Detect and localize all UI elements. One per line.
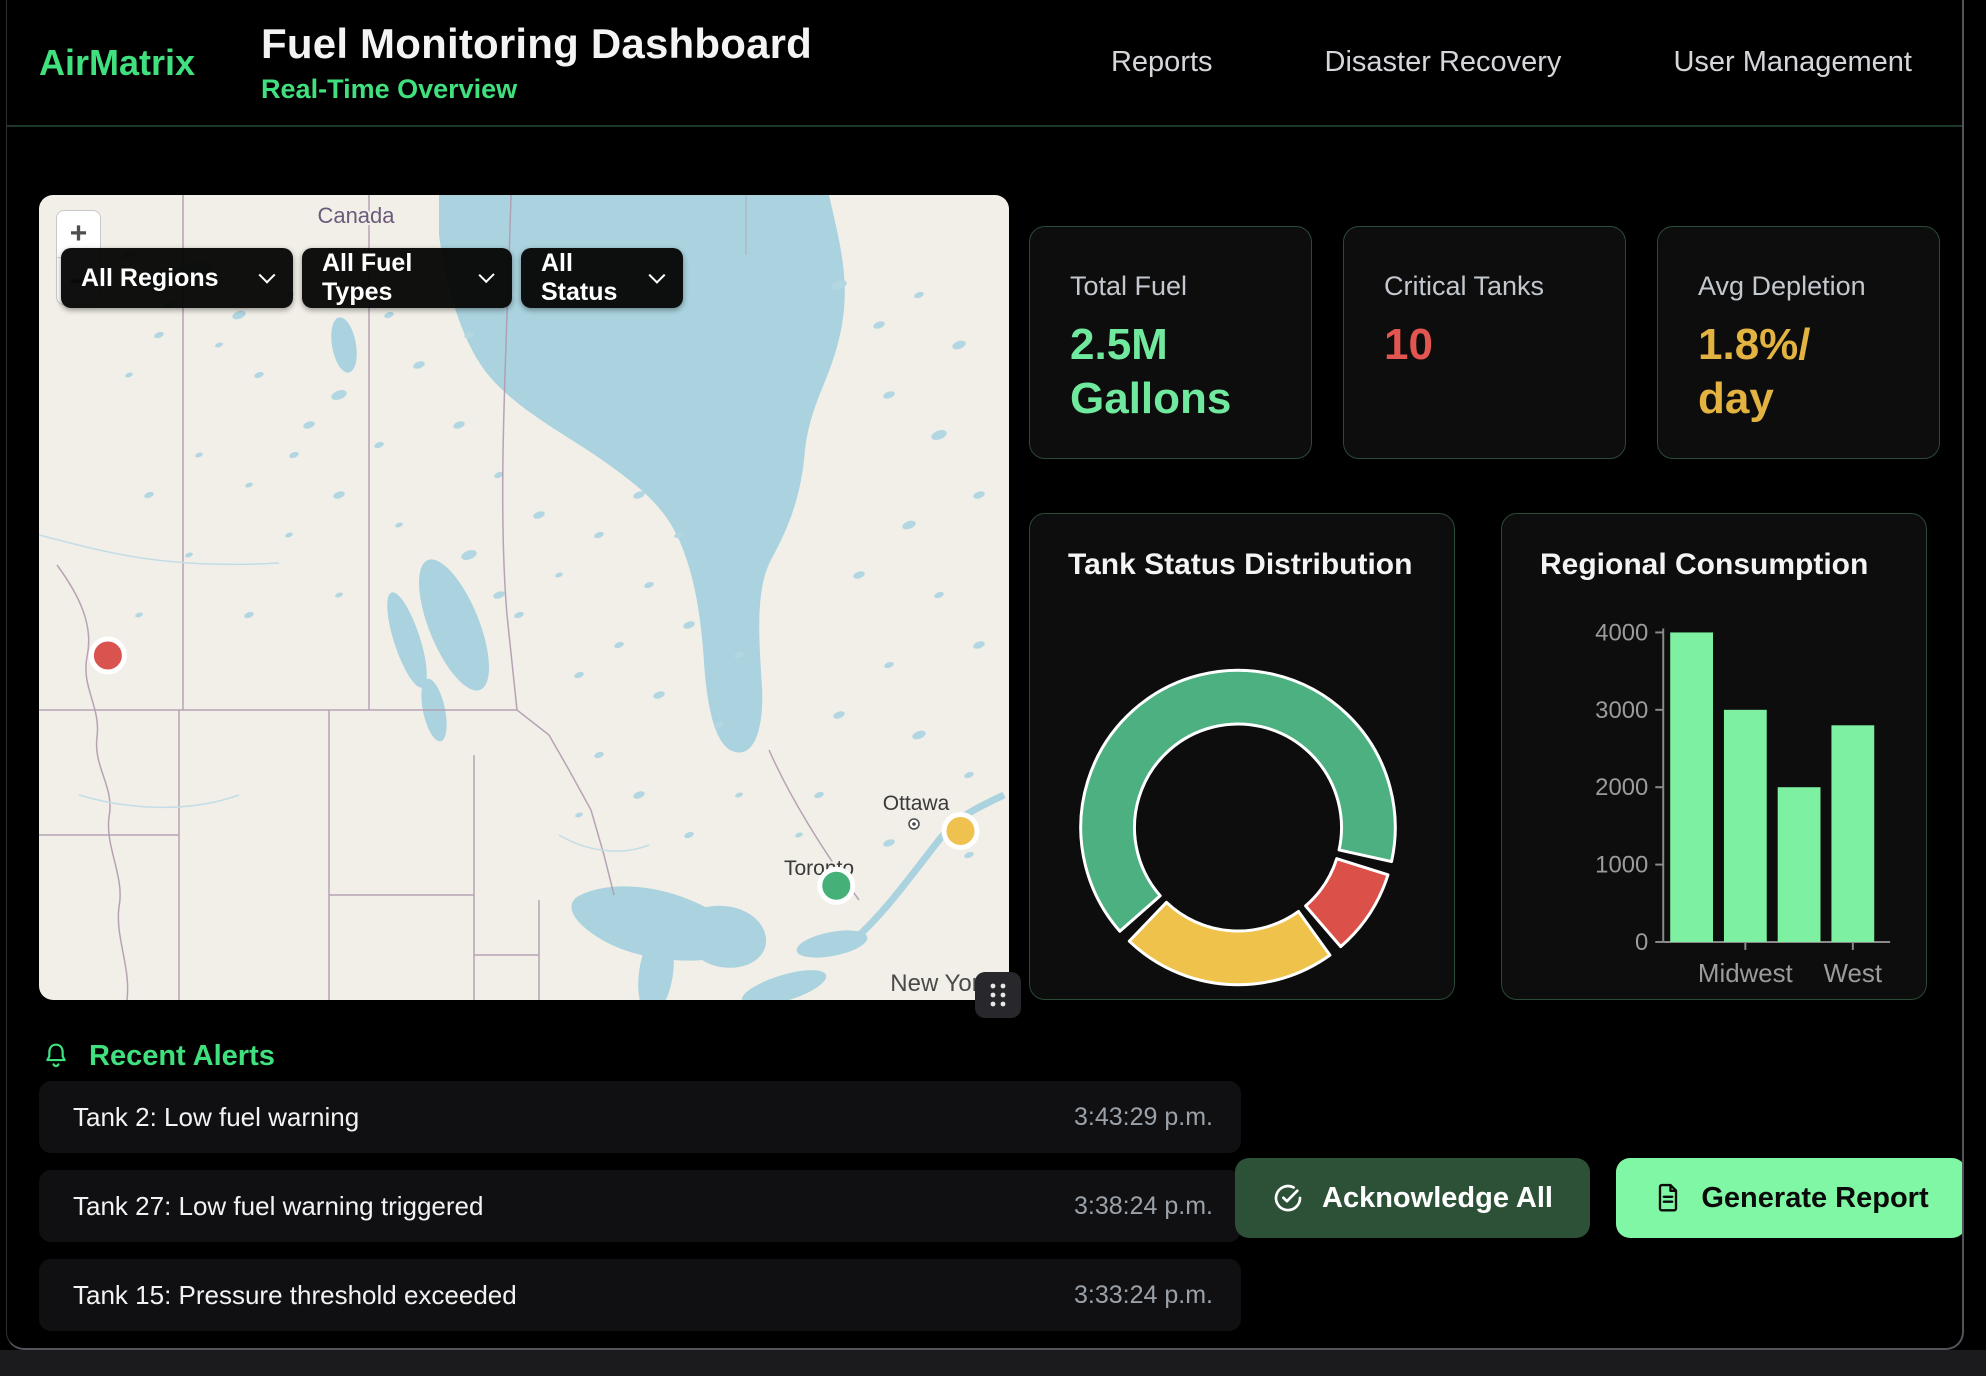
nav-item-disaster-recovery[interactable]: Disaster Recovery [1325,46,1562,79]
stat-label: Critical Tanks [1384,271,1585,302]
bar-chart-ytick: 2000 [1595,774,1648,801]
nav-item-user-management[interactable]: User Management [1673,46,1912,79]
generate-report-button[interactable]: Generate Report [1616,1158,1964,1238]
map-marker-critical[interactable] [91,639,124,672]
alert-message: Tank 2: Low fuel warning [73,1102,359,1133]
bar-midwest[interactable] [1724,710,1767,942]
bar-chart-ytick: 1000 [1595,852,1648,879]
alert-row: Tank 2: Low fuel warning 3:43:29 p.m. [39,1081,1241,1153]
bar-west[interactable] [1831,725,1874,942]
bar-bar-3[interactable] [1778,787,1821,942]
status-filter-value: All Status [541,249,651,307]
map-town-dot-ottawa-center [912,822,916,826]
map-filters: All Regions All Fuel Types All Status [61,248,683,308]
donut-chart [1030,514,1454,999]
alert-timestamp: 3:33:24 p.m. [1074,1281,1213,1310]
alerts-title: Recent Alerts [89,1040,275,1073]
map-label-canada: Canada [317,203,395,228]
bar-chart-xtick: Midwest [1698,960,1793,988]
document-icon [1653,1182,1683,1214]
chevron-down-icon [259,267,276,284]
alert-row: Tank 27: Low fuel warning triggered 3:38:… [39,1170,1241,1242]
alert-message: Tank 15: Pressure threshold exceeded [73,1280,517,1311]
generate-report-label: Generate Report [1701,1182,1928,1215]
acknowledge-all-label: Acknowledge All [1322,1182,1553,1215]
brand-logo: AirMatrix [39,42,195,84]
stat-card-total-fuel: Total Fuel 2.5MGallons [1029,226,1312,459]
page-subtitle: Real-Time Overview [261,74,812,105]
check-circle-icon [1272,1182,1304,1214]
map-resize-handle[interactable] [975,972,1021,1018]
drag-dots-icon [986,980,1010,1010]
region-filter-dropdown[interactable]: All Regions [61,248,293,308]
main-nav: Reports Disaster Recovery User Managemen… [1111,46,1912,79]
tank-status-distribution-card: Tank Status Distribution [1029,513,1455,1000]
stat-card-avg-depletion: Avg Depletion 1.8%/day [1657,226,1940,459]
status-filter-dropdown[interactable]: All Status [521,248,683,308]
stat-value: 10 [1384,318,1585,372]
fuel-type-filter-dropdown[interactable]: All Fuel Types [302,248,512,308]
nav-item-reports[interactable]: Reports [1111,46,1213,79]
stat-label: Total Fuel [1070,271,1271,302]
window-bottom-strip [0,1350,1986,1376]
alert-timestamp: 3:43:29 p.m. [1074,1103,1213,1132]
alert-row: Tank 15: Pressure threshold exceeded 3:33… [39,1259,1241,1331]
stat-value: 1.8%/day [1698,318,1899,425]
donut-segment-warning[interactable] [1129,902,1330,984]
bar-chart-ytick: 3000 [1595,697,1648,724]
regional-consumption-card: Regional Consumption 01000200030004000Mi… [1501,513,1927,1000]
acknowledge-all-button[interactable]: Acknowledge All [1235,1158,1590,1238]
donut-segment-critical[interactable] [1306,859,1388,947]
action-buttons: Acknowledge All Generate Report [1235,1158,1964,1238]
map-marker-normal[interactable] [820,869,853,902]
page-title: Fuel Monitoring Dashboard [261,20,812,68]
fuel-type-filter-value: All Fuel Types [322,249,481,307]
bar-chart-ytick: 0 [1635,929,1648,956]
map-label-ottawa: Ottawa [883,792,950,815]
alerts-header: Recent Alerts [41,1040,275,1073]
header: AirMatrix Fuel Monitoring Dashboard Real… [7,0,1962,127]
map-panel: Canada Ottawa Toronto New York + − All R… [39,195,1009,1000]
title-block: Fuel Monitoring Dashboard Real-Time Over… [261,20,812,105]
stat-value: 2.5MGallons [1070,318,1271,425]
alert-message: Tank 27: Low fuel warning triggered [73,1191,483,1222]
map-canvas: Canada Ottawa Toronto New York [39,195,1009,1000]
alert-list: Tank 2: Low fuel warning3:43:29 p.m.Tank… [39,1081,1241,1348]
stat-cards: Total Fuel 2.5MGallons Critical Tanks 10 Avg… [1029,226,1940,459]
bar-bar-1[interactable] [1670,632,1713,942]
charts-row: Tank Status Distribution Regional Consum… [1029,513,1927,1000]
map-viewport[interactable]: Canada Ottawa Toronto New York [39,195,1009,1000]
stat-label: Avg Depletion [1698,271,1899,302]
map-marker-warning[interactable] [944,815,977,848]
bar-chart-xtick: West [1824,960,1882,988]
bell-icon [41,1041,71,1073]
region-filter-value: All Regions [81,264,219,293]
stat-card-critical-tanks: Critical Tanks 10 [1343,226,1626,459]
app-window: AirMatrix Fuel Monitoring Dashboard Real… [6,0,1964,1350]
bar-chart: 0 1000 2000 3000 4000 Midwest West [1502,514,1926,999]
bar-chart-ytick: 4000 [1595,619,1648,646]
alert-timestamp: 3:38:24 p.m. [1074,1192,1213,1221]
